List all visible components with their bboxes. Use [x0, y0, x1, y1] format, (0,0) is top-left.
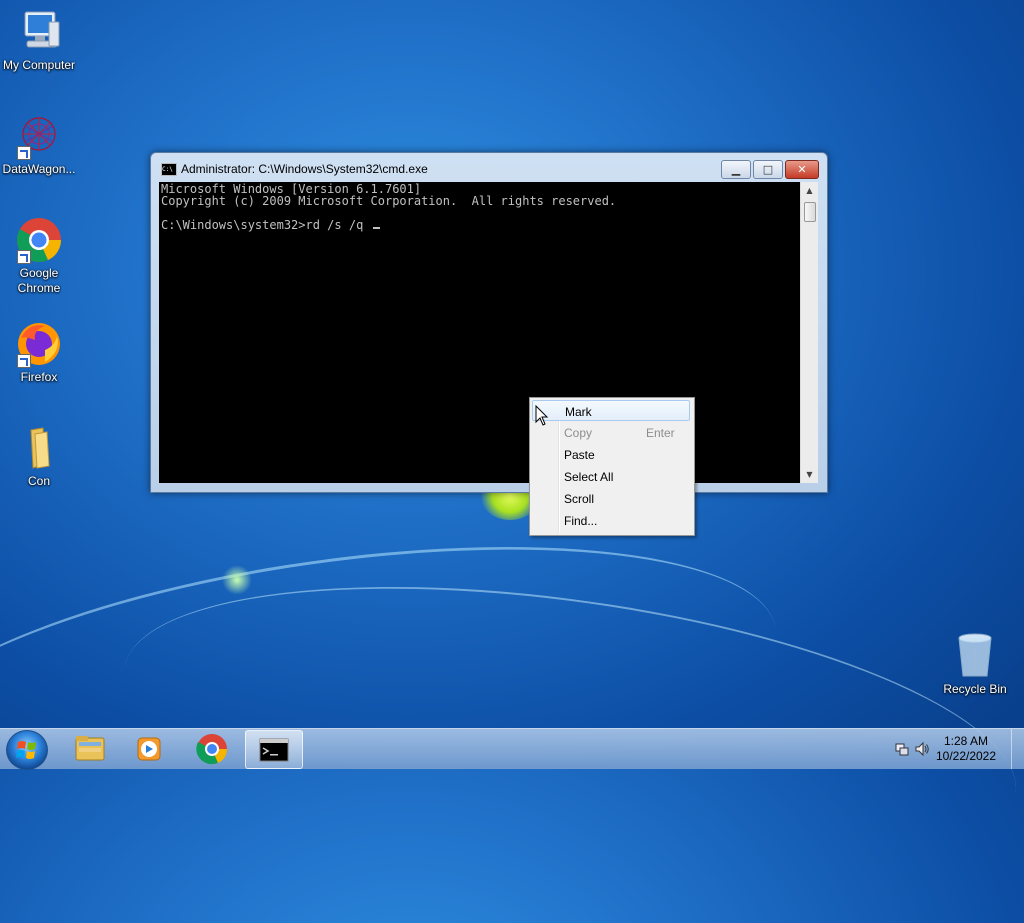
cmd-icon	[259, 738, 289, 762]
close-button[interactable]: ✕	[785, 160, 819, 179]
shortcut-arrow-icon	[17, 354, 31, 368]
close-icon: ✕	[797, 163, 807, 176]
menu-item-scroll[interactable]: Scroll	[532, 488, 690, 509]
cmd-icon[interactable]: C:\	[161, 163, 177, 176]
clock[interactable]: 1:28 AM 10/22/2022	[926, 734, 1006, 764]
menu-item-mark[interactable]: Mark	[532, 400, 690, 421]
menu-item-label: Find...	[564, 514, 598, 528]
console-command: C:\Windows\system32>rd /s /q	[161, 218, 371, 232]
scrollbar-thumb[interactable]	[804, 202, 816, 222]
media-player-icon	[137, 737, 161, 761]
clock-date: 10/22/2022	[935, 749, 997, 763]
desktop-icon-firefox[interactable]: Firefox	[0, 320, 78, 385]
computer-icon	[15, 8, 63, 56]
folder-icon	[15, 424, 63, 472]
title-bar[interactable]: C:\ Administrator: C:\Windows\System32\c…	[151, 153, 827, 181]
window-title: Administrator: C:\Windows\System32\cmd.e…	[181, 162, 428, 176]
menu-item-label: Paste	[564, 448, 595, 462]
context-menu: Mark Copy Enter Paste Select All Scroll …	[529, 397, 695, 536]
menu-item-label: Copy	[564, 426, 593, 440]
system-tray: 1:28 AM 10/22/2022	[874, 729, 1024, 769]
minimize-button[interactable]: ▁	[721, 160, 751, 179]
clock-time: 1:28 AM	[943, 734, 989, 748]
console-area[interactable]: Microsoft Windows [Version 6.1.7601] Cop…	[159, 182, 800, 483]
taskbar-item-chrome[interactable]	[184, 730, 240, 767]
wallpaper-glow	[222, 565, 252, 595]
shortcut-arrow-icon	[17, 250, 31, 264]
recycle-bin-icon	[951, 632, 999, 680]
mouse-pointer-icon	[535, 404, 549, 430]
taskbar-item-cmd[interactable]	[245, 730, 303, 769]
chrome-icon	[196, 734, 228, 765]
menu-item-label: Select All	[564, 470, 614, 484]
desktop-icon-recycle-bin[interactable]: Recycle Bin	[936, 632, 1014, 697]
desktop-icon-label: Recycle Bin	[943, 682, 1007, 696]
desktop-icon-label: Google Chrome	[17, 266, 61, 295]
scroll-up-arrow-icon[interactable]: ▲	[801, 182, 818, 199]
desktop-icon-my-computer[interactable]: My Computer	[0, 8, 78, 73]
datawagon-icon	[15, 112, 63, 160]
menu-item-find[interactable]: Find...	[532, 510, 690, 531]
show-desktop-button[interactable]	[1011, 729, 1024, 769]
menu-item-select-all[interactable]: Select All	[532, 466, 690, 487]
cmd-window[interactable]: C:\ Administrator: C:\Windows\System32\c…	[150, 152, 828, 493]
maximize-button[interactable]: □	[753, 160, 783, 179]
network-icon[interactable]	[894, 741, 910, 757]
scroll-down-arrow-icon[interactable]: ▼	[801, 466, 818, 483]
console-prompt-line: C:\Windows\system32>rd /s /q	[161, 219, 800, 231]
menu-item-label: Scroll	[564, 492, 595, 506]
desktop-icon-label: Firefox	[20, 370, 58, 384]
text-cursor	[372, 227, 380, 229]
taskbar-item-media-player[interactable]	[122, 730, 178, 767]
start-button[interactable]	[6, 730, 48, 770]
firefox-icon	[15, 320, 63, 368]
menu-item-shortcut: Enter	[646, 426, 675, 440]
minimize-icon: ▁	[731, 163, 741, 176]
taskbar: 1:28 AM 10/22/2022	[0, 728, 1024, 770]
menu-item-copy[interactable]: Copy Enter	[532, 422, 690, 443]
console-line: Copyright (c) 2009 Microsoft Corporation…	[161, 194, 617, 208]
windows-logo-icon	[16, 741, 36, 759]
chrome-icon	[15, 216, 63, 264]
desktop-icon-datawagon[interactable]: DataWagon...	[0, 112, 78, 177]
menu-item-label: Mark	[565, 405, 592, 419]
folder-icon	[75, 736, 105, 761]
maximize-icon: □	[762, 163, 774, 176]
shortcut-arrow-icon	[17, 146, 31, 160]
desktop-icon-con-folder[interactable]: Con	[0, 424, 78, 489]
vertical-scrollbar[interactable]: ▲ ▼	[800, 182, 818, 483]
desktop-icon-label: DataWagon...	[2, 162, 76, 176]
taskbar-item-file-explorer[interactable]	[62, 730, 118, 767]
menu-item-paste[interactable]: Paste	[532, 444, 690, 465]
desktop-icon-google-chrome[interactable]: Google Chrome	[0, 216, 78, 296]
desktop-icon-label: Con	[27, 474, 50, 488]
desktop-icon-label: My Computer	[2, 58, 76, 72]
